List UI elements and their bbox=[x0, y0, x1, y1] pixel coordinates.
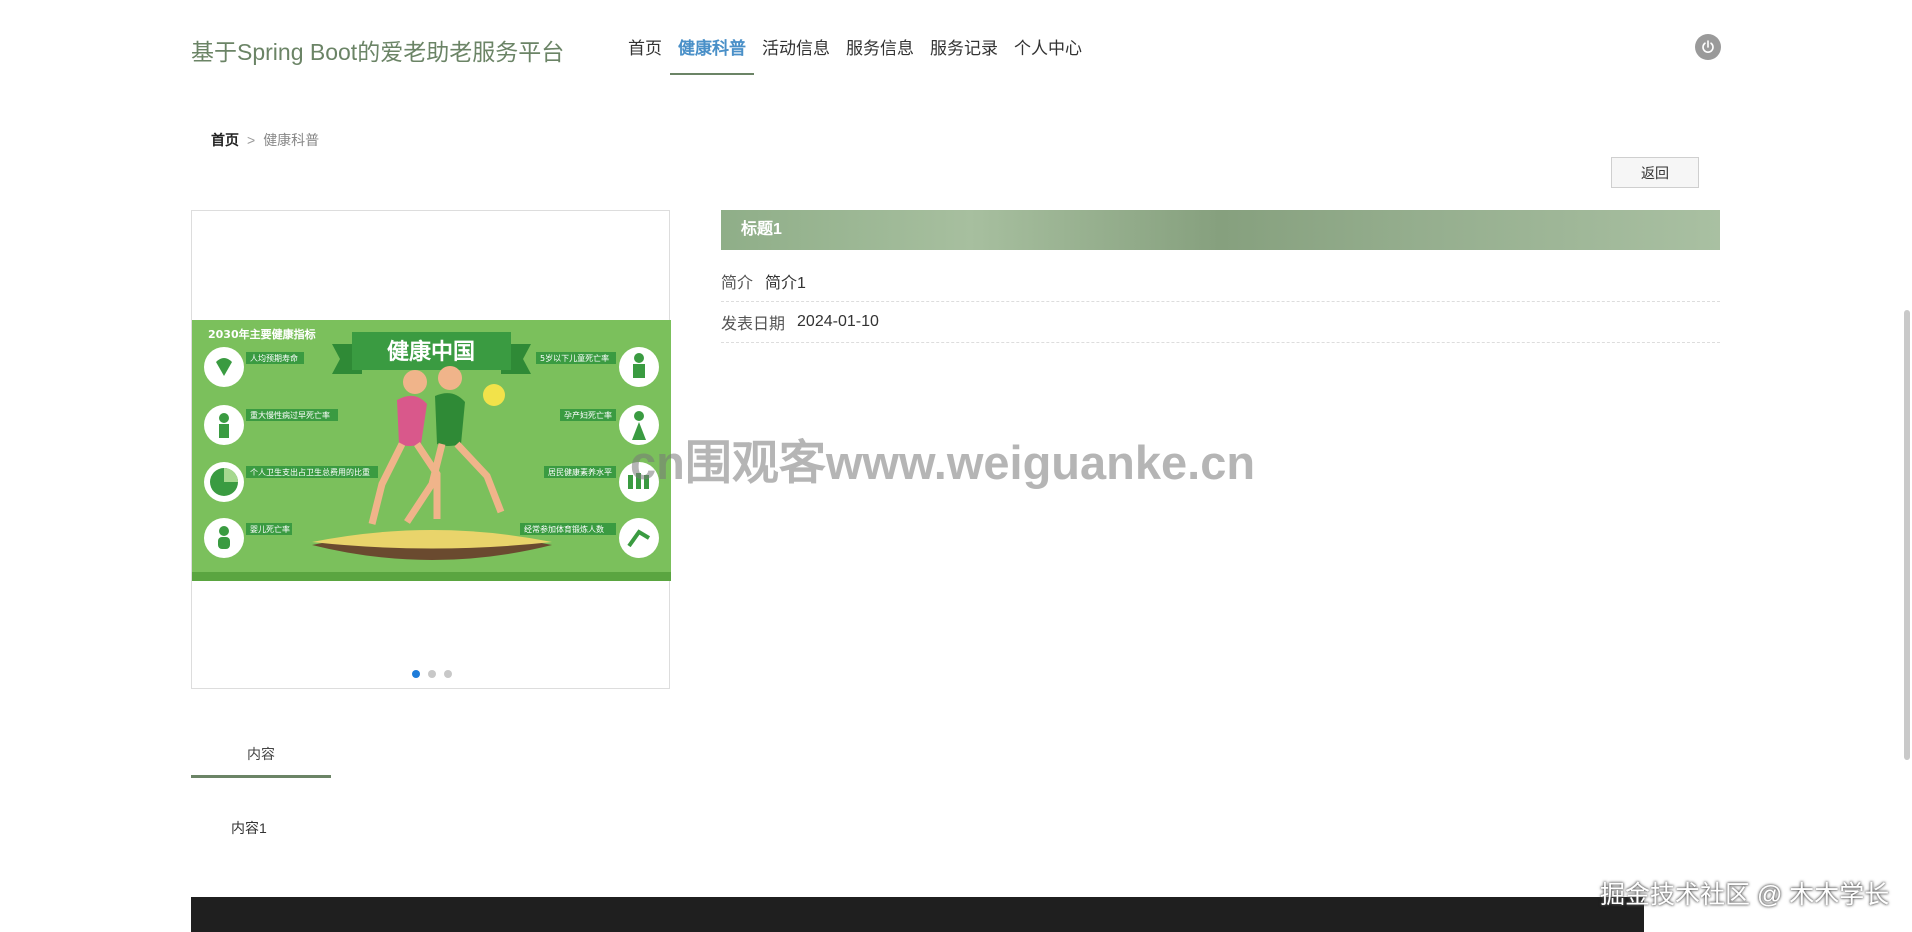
main-nav: 首页 健康科普 活动信息 服务信息 服务记录 个人中心 bbox=[620, 37, 1090, 75]
poster-right-item-1: 孕产妇死亡率 bbox=[564, 410, 612, 420]
publish-date-value: 2024-01-10 bbox=[797, 313, 879, 330]
summary-label: 简介 bbox=[721, 275, 754, 292]
poster-right-item-3: 经常参加体育锻炼人数 bbox=[524, 524, 604, 534]
article-title: 标题1 bbox=[721, 210, 1720, 250]
poster-right-item-2: 居民健康素养水平 bbox=[548, 467, 612, 477]
poster-right-item-0: 5岁以下儿童死亡率 bbox=[540, 353, 609, 363]
footer bbox=[191, 897, 1644, 932]
tab-content[interactable]: 内容 bbox=[191, 740, 331, 778]
site-title[interactable]: 基于Spring Boot的爱老助老服务平台 bbox=[191, 33, 564, 67]
nav-item-health[interactable]: 健康科普 bbox=[670, 37, 754, 75]
poster-left-item-0: 人均预期寿命 bbox=[250, 353, 298, 363]
poster-heading: 2030年主要健康指标 bbox=[208, 327, 316, 341]
breadcrumb-separator: > bbox=[247, 132, 256, 148]
poster-left-item-1: 重大慢性病过早死亡率 bbox=[250, 410, 330, 420]
carousel-indicators bbox=[412, 670, 452, 678]
carousel-slide-image: 2030年主要健康指标 健康中国 人均预期寿命 重大慢性病过早死亡率 个人卫生支… bbox=[192, 320, 671, 581]
breadcrumb: 首页 > 健康科普 bbox=[211, 130, 319, 150]
summary-value: 简介1 bbox=[765, 275, 806, 292]
breadcrumb-home[interactable]: 首页 bbox=[211, 130, 239, 150]
carousel-dot-2[interactable] bbox=[428, 670, 436, 678]
corner-watermark: 掘金技术社区 @ 木木学长 bbox=[1600, 881, 1890, 909]
carousel-dot-1[interactable] bbox=[412, 670, 420, 678]
carousel-dot-3[interactable] bbox=[444, 670, 452, 678]
poster-banner: 健康中国 bbox=[387, 339, 475, 365]
poster-left-item-2: 个人卫生支出占卫生总费用的比重 bbox=[250, 467, 370, 477]
nav-item-service-records[interactable]: 服务记录 bbox=[922, 37, 1006, 73]
info-row-summary: 简介 简介1 bbox=[721, 261, 1720, 302]
image-carousel[interactable]: 2030年主要健康指标 健康中国 人均预期寿命 重大慢性病过早死亡率 个人卫生支… bbox=[191, 210, 671, 689]
nav-item-user-center[interactable]: 个人中心 bbox=[1006, 37, 1090, 73]
breadcrumb-current: 健康科普 bbox=[263, 132, 320, 148]
content-body: 内容1 bbox=[231, 820, 267, 836]
back-button[interactable]: 返回 bbox=[1611, 157, 1699, 188]
watermark-overlay: cn围观客www.weiguanke.cn bbox=[630, 436, 1256, 489]
nav-item-home[interactable]: 首页 bbox=[620, 37, 670, 73]
power-icon[interactable] bbox=[1695, 34, 1721, 60]
health-poster-illustration: 2030年主要健康指标 健康中国 人均预期寿命 重大慢性病过早死亡率 个人卫生支… bbox=[192, 320, 671, 581]
nav-item-activities[interactable]: 活动信息 bbox=[754, 37, 838, 73]
info-row-publish-date: 发表日期 2024-01-10 bbox=[721, 302, 1720, 343]
poster-left-item-3: 婴儿死亡率 bbox=[250, 524, 290, 534]
power-glyph bbox=[1702, 40, 1714, 53]
publish-date-label: 发表日期 bbox=[721, 316, 786, 333]
nav-item-services[interactable]: 服务信息 bbox=[838, 37, 922, 73]
page-scrollbar[interactable] bbox=[1904, 310, 1910, 760]
